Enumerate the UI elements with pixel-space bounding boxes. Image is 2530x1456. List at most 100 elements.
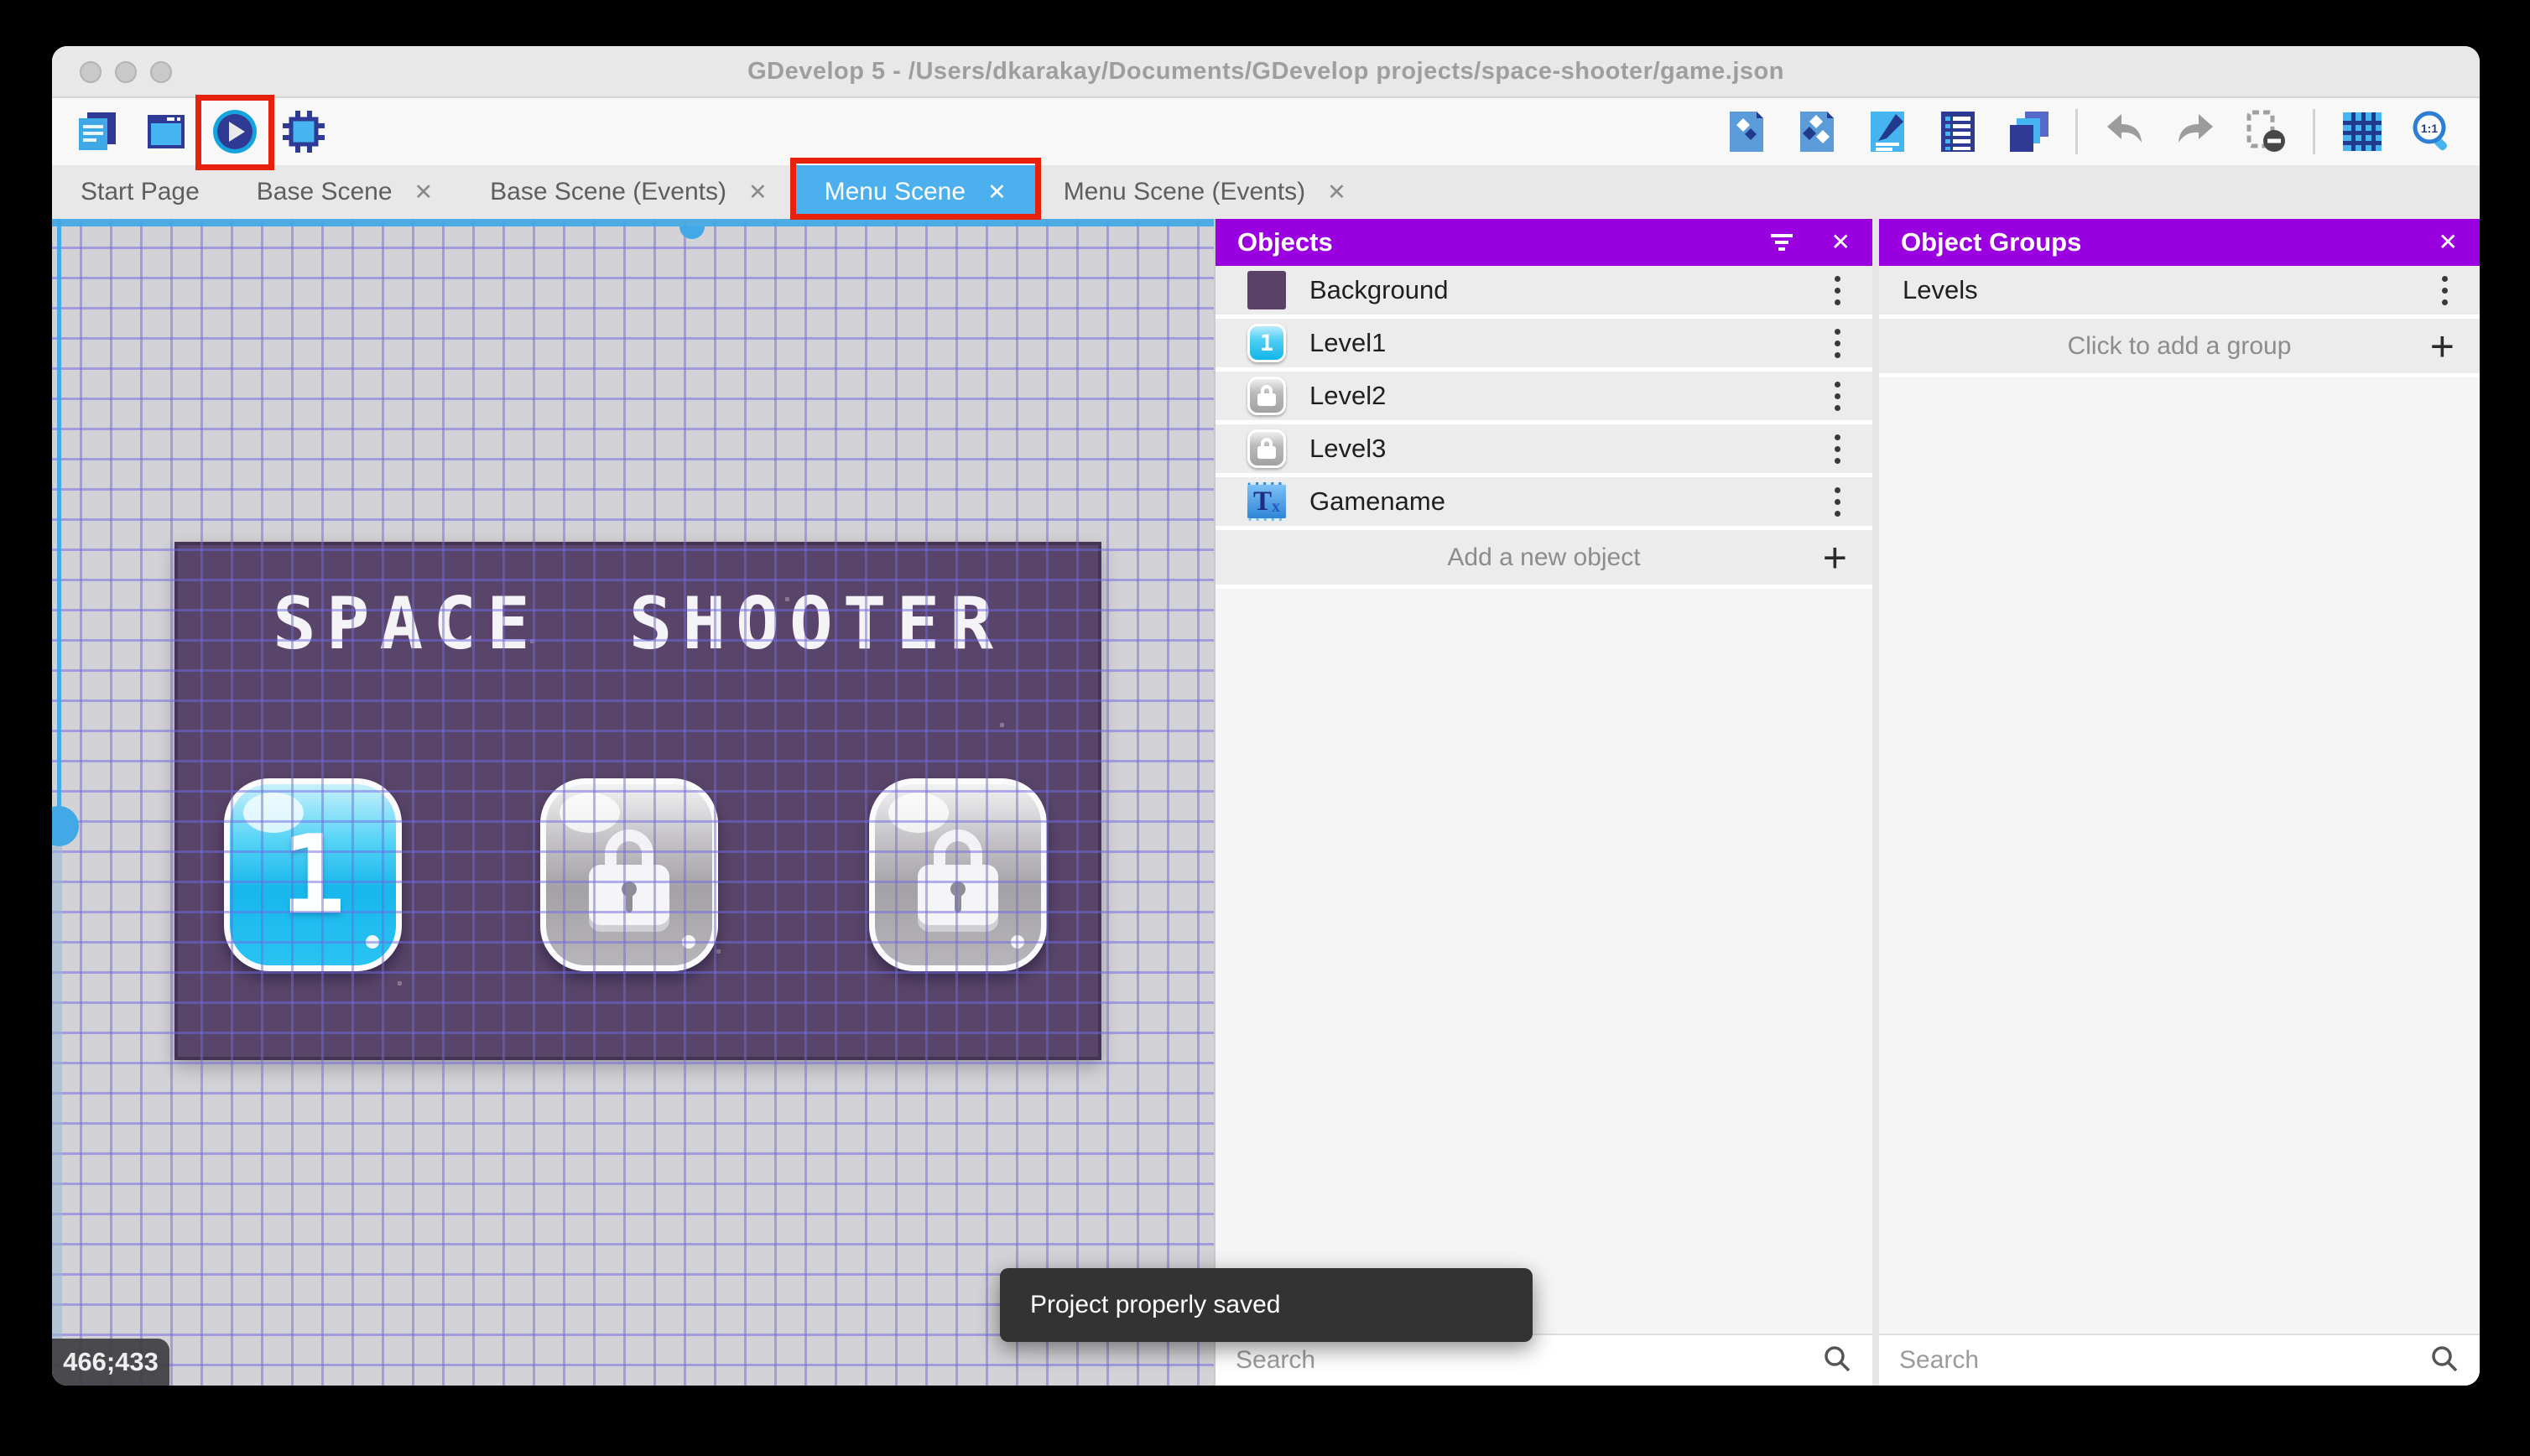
object-menu-icon[interactable] [1831,322,1844,364]
group-row-levels[interactable]: Levels [1879,266,2480,319]
zoom-1-1-icon: 1:1 [2413,111,2448,151]
window-mask-icon [2246,110,2285,152]
scene-window-left-edge [57,219,61,808]
close-tab-icon[interactable]: ✕ [414,179,434,205]
scene-background-rect[interactable]: SPACE SHOOTER 1 [174,542,1101,1060]
play-preview-button[interactable] [195,95,274,170]
close-window-button[interactable] [80,61,102,83]
close-tab-icon[interactable]: ✕ [748,179,768,205]
lock-icon [589,829,669,932]
object-menu-icon[interactable] [1831,481,1844,523]
toggle-window-mask-button[interactable] [2239,105,2293,159]
close-panel-icon[interactable]: ✕ [1831,231,1851,254]
debugger-button[interactable] [277,105,331,159]
object-name: Level2 [1309,381,1387,410]
tab-menu-scene-events[interactable]: Menu Scene (Events) ✕ [1035,165,1375,219]
lock-icon [918,829,998,932]
add-object-label: Add a new object [1447,543,1641,571]
add-group-plus-icon[interactable]: + [2430,325,2455,367]
zoom-1-1-button[interactable]: 1:1 [2406,105,2460,159]
text-object-thumbnail: Tx [1247,482,1286,521]
objects-search-input[interactable] [1236,1346,1822,1375]
undo-button[interactable] [2098,105,2152,159]
scene-canvas[interactable]: SPACE SHOOTER 1 466;433 [52,219,1214,1386]
save-toast: Project properly saved [1000,1268,1533,1342]
level-1-number: 1 [279,811,346,939]
main-toolbar: 1:1 [52,95,2480,170]
object-menu-icon[interactable] [1831,375,1844,417]
thumbnail-letter-sub: x [1272,497,1280,516]
group-menu-icon[interactable] [2439,269,2451,311]
scene-window-left-handle[interactable] [52,806,79,846]
objects-panel: Objects ✕ Background 1 Level1 Level2 Lev… [1214,219,1872,1386]
objects-editor-icon [1730,112,1763,152]
tab-base-scene[interactable]: Base Scene ✕ [228,165,461,219]
lock-icon [1257,384,1276,408]
close-panel-icon[interactable]: ✕ [2439,231,2458,254]
object-row-gamename[interactable]: Tx Gamename [1216,477,1872,530]
traffic-lights [80,61,172,83]
tab-base-scene-events[interactable]: Base Scene (Events) ✕ [461,165,795,219]
play-icon [213,110,257,153]
search-icon[interactable] [1822,1344,1852,1378]
properties-button[interactable] [1861,105,1914,159]
instances-list-button[interactable] [1931,105,1985,159]
object-groups-panel-title: Object Groups [1901,227,2082,257]
grid-icon [2343,112,2382,151]
cursor-coordinates-badge: 466;433 [52,1339,169,1386]
level1-thumbnail: 1 [1247,324,1286,362]
screenshot-root: GDevelop 5 - /Users/dkarakay/Documents/G… [0,0,2530,1456]
groups-search-input[interactable] [1899,1346,2429,1375]
add-group-label: Click to add a group [2067,331,2292,360]
editor-content: SPACE SHOOTER 1 466;433 Objects ✕ Backgr… [52,219,2480,1386]
close-tab-icon[interactable]: ✕ [987,179,1007,205]
undo-icon [2107,114,2142,143]
zoom-window-button[interactable] [150,61,172,83]
layers-editor-button[interactable] [2002,105,2055,159]
close-tab-icon[interactable]: ✕ [1327,179,1346,205]
toolbar-separator [2313,109,2315,154]
object-name: Background [1309,275,1449,304]
level-2-button-locked[interactable] [540,778,718,971]
tab-menu-scene[interactable]: Menu Scene ✕ [789,158,1041,220]
filter-icon[interactable] [1769,231,1794,253]
object-row-background[interactable]: Background [1216,266,1872,319]
panel-divider[interactable] [1872,219,1879,1386]
add-group-row[interactable]: Click to add a group + [1879,319,2480,377]
tab-label: Base Scene [256,178,393,205]
toggle-grid-button[interactable] [2335,105,2389,159]
minimize-window-button[interactable] [115,61,137,83]
add-object-row[interactable]: Add a new object + [1216,530,1872,589]
group-name: Levels [1903,275,1978,304]
groups-search-bar [1879,1334,2480,1386]
preview-window-button[interactable] [139,105,193,159]
object-groups-panel: Object Groups ✕ Levels Click to add a gr… [1879,219,2480,1386]
object-row-level3[interactable]: Level3 [1216,424,1872,477]
object-name: Level3 [1309,434,1387,463]
tab-label: Base Scene (Events) [490,178,726,205]
add-object-plus-icon[interactable]: + [1823,537,1847,579]
object-row-level2[interactable]: Level2 [1216,372,1872,424]
object-menu-icon[interactable] [1831,428,1844,470]
toolbar-left-group [52,95,331,170]
search-icon[interactable] [2429,1344,2460,1378]
tab-start-page[interactable]: Start Page [52,165,228,219]
redo-button[interactable] [2168,105,2222,159]
preview-window-icon [148,115,185,148]
layers-icon [2010,112,2048,152]
objects-editor-button[interactable] [1720,105,1773,159]
object-name: Gamename [1309,486,1445,516]
scene-title-text[interactable]: SPACE SHOOTER [178,582,1098,666]
object-menu-icon[interactable] [1831,269,1844,311]
scene-window-top-handle[interactable] [679,226,705,239]
project-manager-button[interactable] [70,105,124,159]
level-1-button[interactable]: 1 [224,778,402,971]
object-groups-editor-button[interactable] [1790,105,1844,159]
level-3-button-locked[interactable] [869,778,1047,971]
tab-label: Menu Scene (Events) [1063,178,1306,205]
object-groups-panel-header: Object Groups ✕ [1879,219,2480,266]
toolbar-right-group: 1:1 [1720,105,2480,159]
instances-list-icon [1941,112,1975,152]
object-row-level1[interactable]: 1 Level1 [1216,319,1872,372]
title-bar: GDevelop 5 - /Users/dkarakay/Documents/G… [52,46,2480,98]
